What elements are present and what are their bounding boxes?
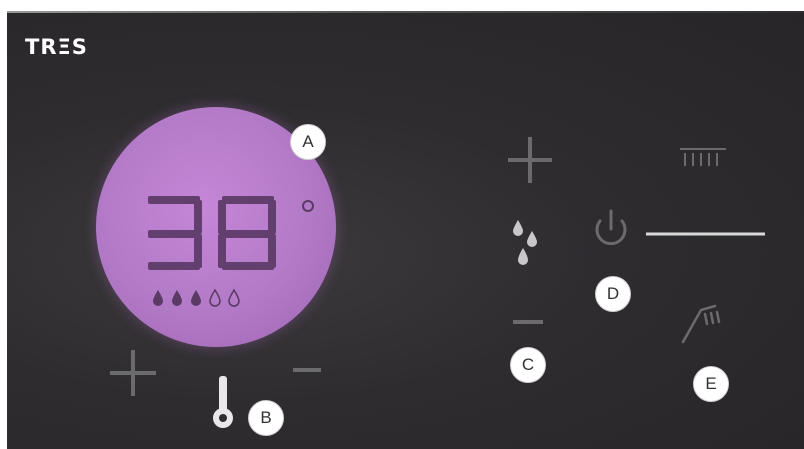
power-icon <box>595 209 627 246</box>
minus-icon <box>513 320 543 324</box>
callout-d: D <box>595 276 631 312</box>
flow-drop-icon <box>153 290 163 306</box>
callout-a: A <box>290 124 326 160</box>
callout-e: E <box>693 366 729 402</box>
power-button[interactable] <box>590 205 770 255</box>
water-drops-icon <box>513 220 537 265</box>
flow-drop-icon <box>191 290 201 306</box>
flow-plus-button[interactable] <box>508 137 556 185</box>
flow-minus-button[interactable] <box>513 320 547 328</box>
flow-drop-icon <box>228 288 240 307</box>
callout-b: B <box>248 400 284 436</box>
temp-plus-button[interactable] <box>110 350 158 398</box>
hand-shower-button[interactable] <box>681 302 729 346</box>
thermometer-icon <box>213 376 233 428</box>
temp-minus-button[interactable] <box>293 368 323 376</box>
rain-shower-icon <box>680 148 726 166</box>
hand-shower-icon <box>681 304 721 344</box>
callout-c: C <box>510 347 546 383</box>
flow-drop-icon <box>209 288 221 307</box>
minus-icon <box>293 368 321 372</box>
flow-drop-icon <box>172 290 182 306</box>
rain-shower-button[interactable] <box>678 146 728 170</box>
